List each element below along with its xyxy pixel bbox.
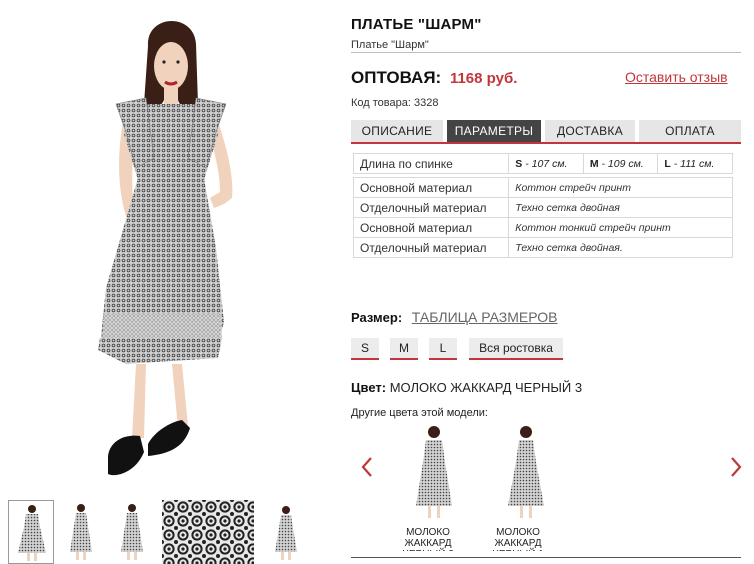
- spec-table: Длина по спинке S - 107 см. M - 109 см. …: [352, 153, 733, 258]
- spec-size-m: M - 109 см.: [582, 153, 659, 174]
- size-chart-link[interactable]: ТАБЛИЦА РАЗМЕРОВ: [412, 309, 558, 325]
- size-value: - 111 см.: [670, 157, 715, 170]
- divider: [351, 557, 741, 558]
- table-row: Основной материал Коттон тонкий стрейч п…: [352, 217, 733, 238]
- leave-review-link[interactable]: Оставить отзыв: [625, 69, 741, 85]
- size-all-button[interactable]: Вся ростовка: [469, 338, 563, 360]
- price-label: ОПТОВАЯ:: [351, 68, 442, 87]
- tab-payment[interactable]: ОПЛАТА: [639, 120, 741, 142]
- size-m-button[interactable]: M: [390, 338, 418, 360]
- color-variant-label-2[interactable]: МОЛОКО ЖАККАРД ЧЕРНЫЙ 1: [478, 527, 558, 551]
- tabs-underline: [351, 142, 741, 144]
- other-colors-label: Другие цвета этой модели:: [351, 407, 488, 419]
- size-s-button[interactable]: S: [351, 338, 379, 360]
- divider: [351, 52, 741, 53]
- thumbnail-fabric[interactable]: [162, 500, 254, 564]
- table-row: Отделочный материал Техно сетка двойная: [352, 197, 733, 218]
- spec-value: Коттон стрейч принт: [508, 177, 733, 198]
- product-subtitle: Платье "Шарм": [351, 39, 429, 51]
- spec-value: Техно сетка двойная.: [508, 237, 733, 258]
- chevron-right-icon[interactable]: [729, 456, 743, 483]
- spec-size-l: L - 111 см.: [657, 153, 733, 174]
- product-main-photo[interactable]: [86, 8, 256, 486]
- thumbnail-3[interactable]: [108, 500, 154, 564]
- table-row: Длина по спинке S - 107 см. M - 109 см. …: [352, 153, 733, 174]
- spec-value: Коттон тонкий стрейч принт: [508, 217, 733, 238]
- product-title: ПЛАТЬЕ "ШАРМ": [351, 16, 482, 33]
- size-label: Размер:: [351, 310, 403, 325]
- size-row: Размер: ТАБЛИЦА РАЗМЕРОВ: [351, 309, 558, 325]
- spec-name: Основной материал: [352, 177, 510, 198]
- spec-value: Техно сетка двойная: [508, 197, 733, 218]
- color-label: Цвет:: [351, 380, 387, 395]
- tab-parameters[interactable]: ПАРАМЕТРЫ: [447, 120, 541, 142]
- product-tabs: ОПИСАНИЕ ПАРАМЕТРЫ ДОСТАВКА ОПЛАТА: [351, 120, 741, 142]
- table-row: Отделочный материал Техно сетка двойная.: [352, 237, 733, 258]
- spec-name: Основной материал: [352, 217, 510, 238]
- color-row: Цвет: МОЛОКО ЖАККАРД ЧЕРНЫЙ 3: [351, 380, 582, 395]
- size-l-button[interactable]: L: [429, 338, 457, 360]
- price-value: 1168 руб.: [449, 70, 518, 87]
- thumbnail-5[interactable]: [266, 500, 306, 564]
- size-value: - 107 см.: [522, 157, 568, 170]
- spec-name: Отделочный материал: [352, 237, 510, 258]
- size-code: M: [589, 157, 599, 170]
- spec-name: Отделочный материал: [352, 197, 510, 218]
- tab-description[interactable]: ОПИСАНИЕ: [351, 120, 443, 142]
- chevron-left-icon[interactable]: [360, 456, 374, 483]
- color-value: МОЛОКО ЖАККАРД ЧЕРНЫЙ 3: [389, 380, 583, 395]
- price-row: ОПТОВАЯ: 1168 руб.: [351, 68, 517, 88]
- color-variant-label-1[interactable]: МОЛОКО ЖАККАРД ЧЕРНЫЙ 2: [388, 527, 468, 551]
- thumbnail-2[interactable]: [58, 500, 104, 564]
- spec-size-s: S - 107 см.: [508, 153, 584, 174]
- size-value: - 109 см.: [598, 157, 644, 170]
- color-variant-image-1[interactable]: [404, 422, 464, 522]
- color-variant-image-2[interactable]: [496, 422, 556, 522]
- tab-delivery[interactable]: ДОСТАВКА: [545, 120, 635, 142]
- thumbnail-1[interactable]: [8, 500, 54, 564]
- table-row: Основной материал Коттон стрейч принт: [352, 177, 733, 198]
- product-sku: Код товара: 3328: [351, 97, 439, 109]
- spec-name: Длина по спинке: [352, 153, 510, 174]
